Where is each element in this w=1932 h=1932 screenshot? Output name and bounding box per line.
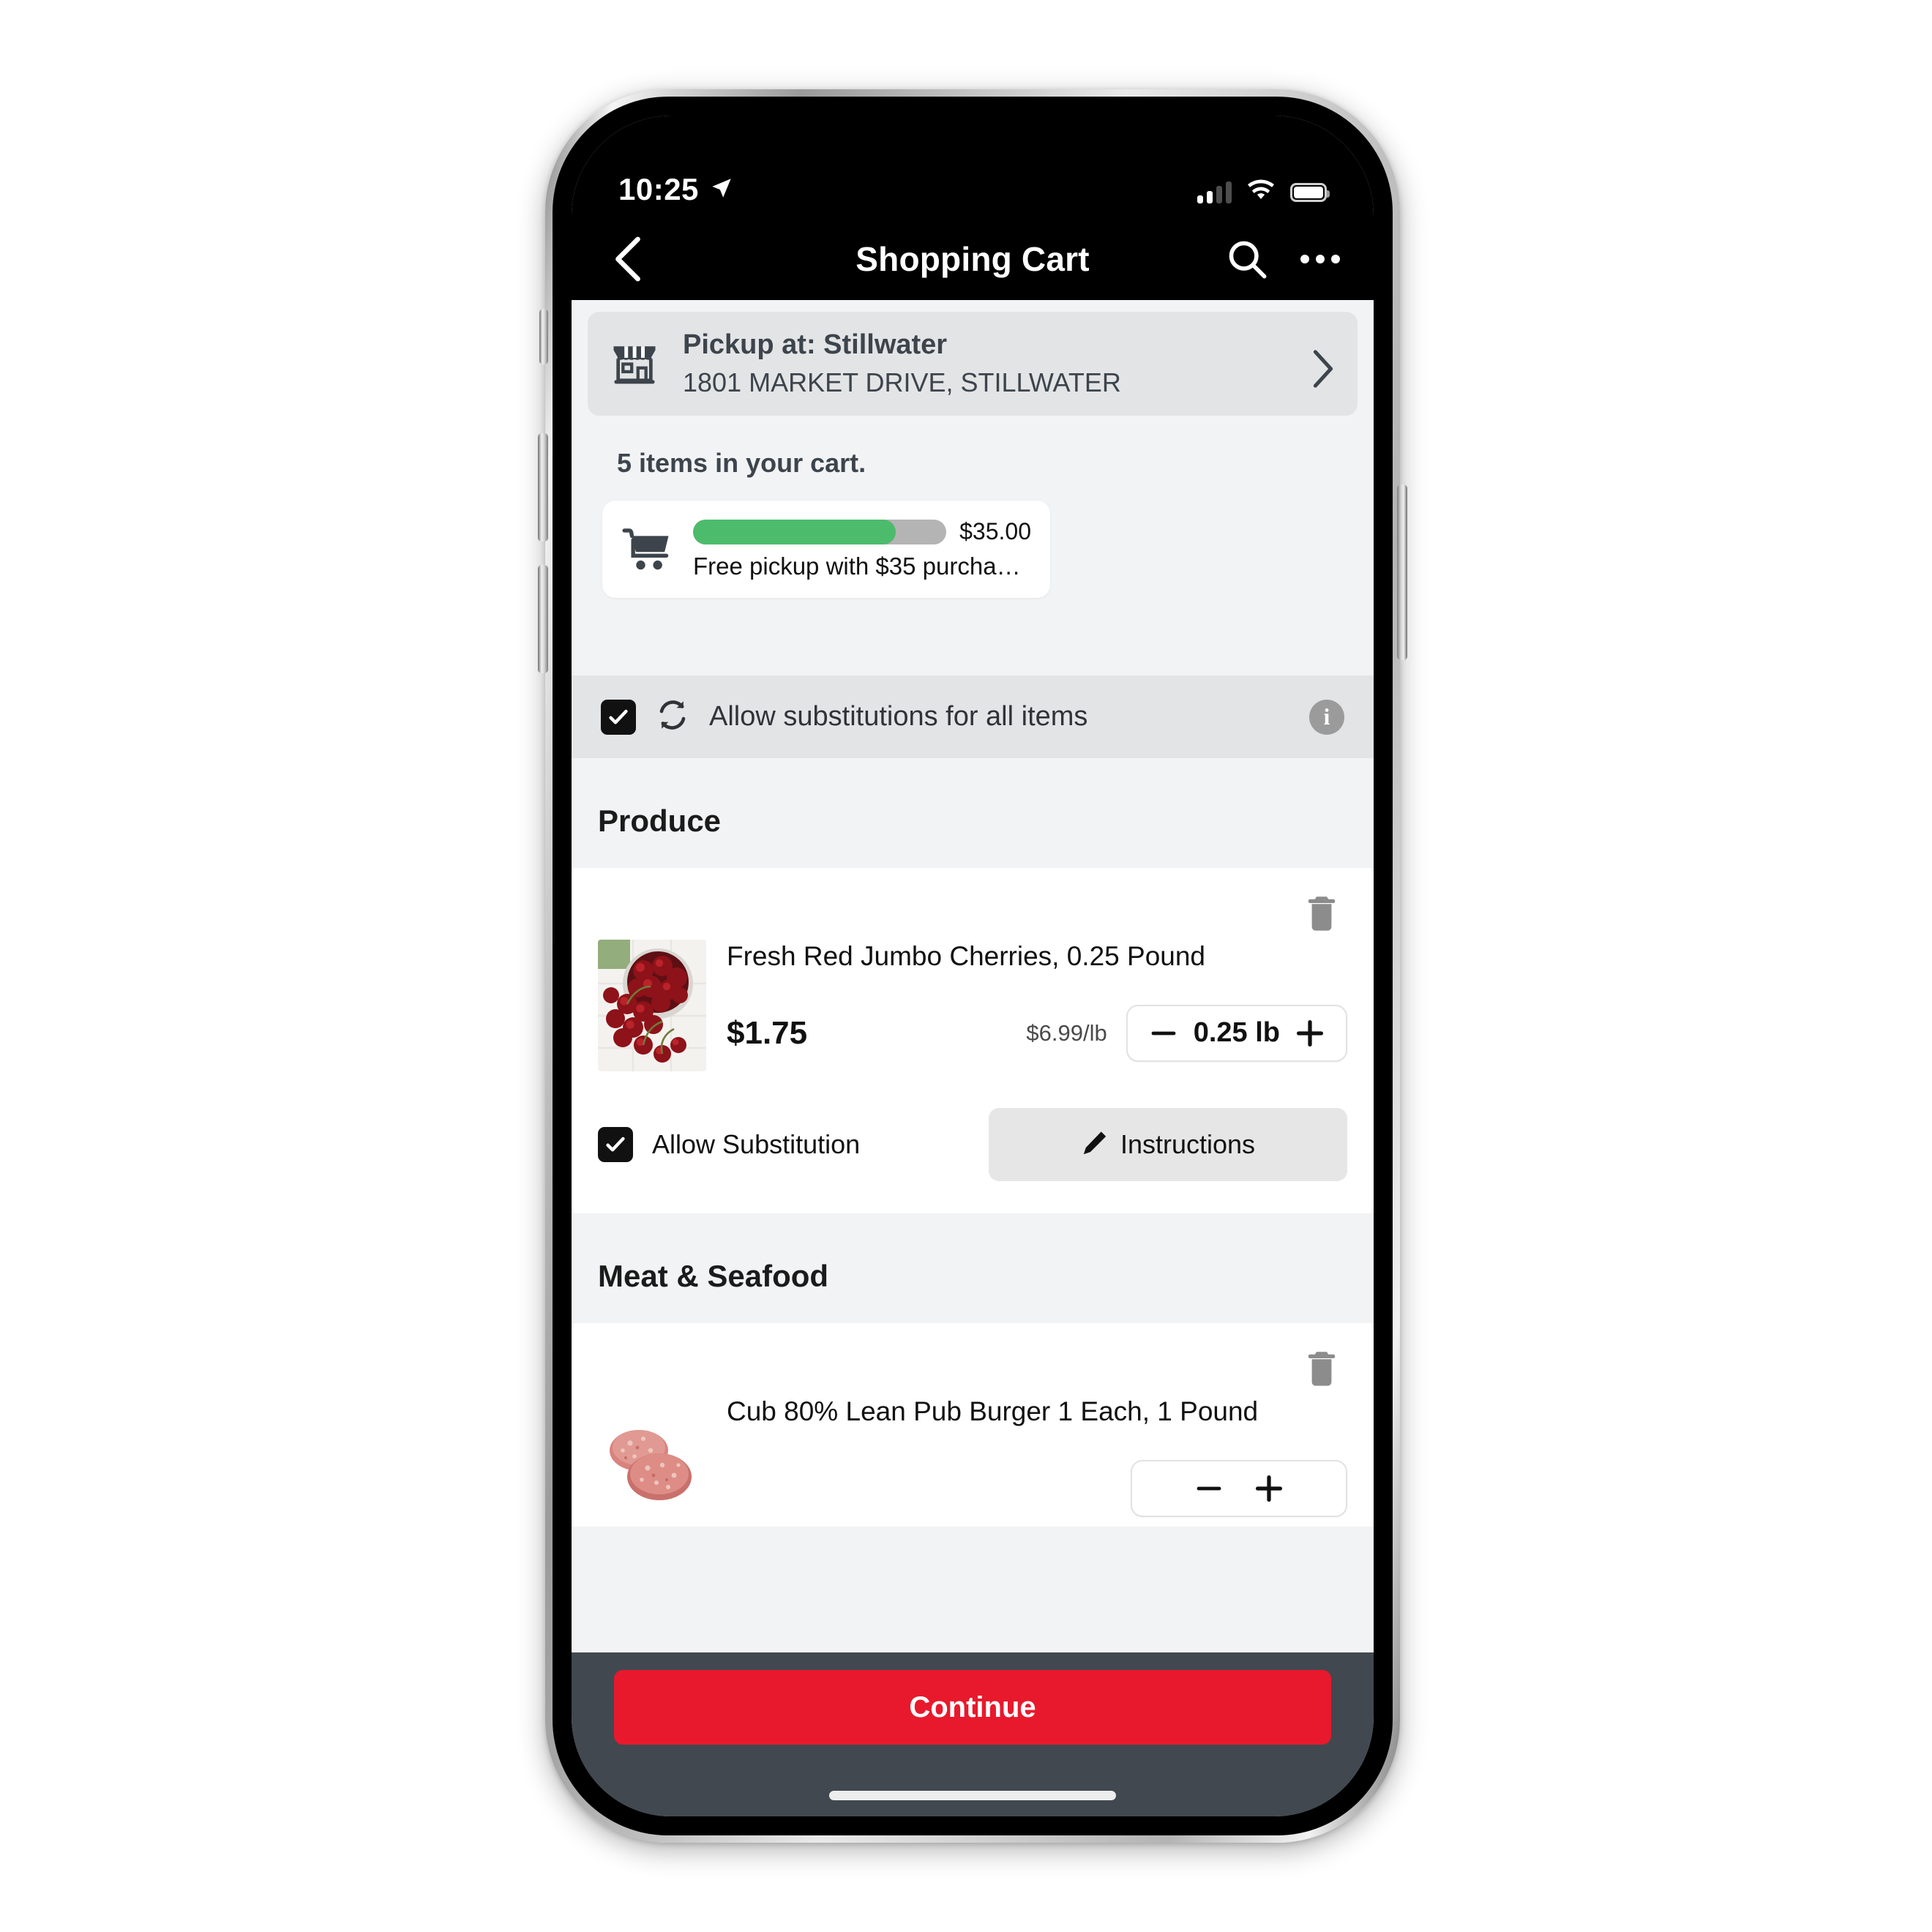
item-allow-substitution-label: Allow Substitution — [652, 1129, 861, 1160]
allow-substitutions-label: Allow substitutions for all items — [709, 701, 1088, 733]
phone-frame: 10:25 Shopping Cart Pickup at: Stillwate… — [538, 89, 1407, 1843]
quantity-stepper[interactable]: 0.25 lb — [1126, 1004, 1347, 1062]
volume-down-button[interactable] — [538, 565, 548, 673]
instructions-label: Instructions — [1120, 1129, 1256, 1160]
phone-screen-bezel: 10:25 Shopping Cart Pickup at: Stillwate… — [572, 116, 1374, 1816]
cart-item-pub-burger: Cub 80% Lean Pub Burger 1 Each, 1 Pound — [572, 1323, 1374, 1527]
pickup-title: Pickup at: Stillwater — [683, 329, 948, 360]
status-bar-right — [1197, 179, 1330, 205]
progress-fill — [693, 519, 896, 544]
wifi-icon — [1246, 179, 1276, 205]
decrement-button[interactable] — [1147, 1016, 1180, 1050]
product-image-pub-burger — [598, 1395, 706, 1527]
mute-switch[interactable] — [539, 309, 548, 364]
progress-note: Free pickup with $35 purchase... — [693, 553, 1031, 580]
progress-column: $35.00 Free pickup with $35 purchase... — [693, 518, 1031, 580]
power-button[interactable] — [1397, 484, 1407, 660]
allow-substitutions-banner[interactable]: Allow substitutions for all items i — [572, 675, 1374, 759]
trash-icon[interactable] — [1305, 893, 1338, 934]
instructions-button[interactable]: Instructions — [989, 1108, 1347, 1182]
item-substitution-row: Allow Substitution Instructions — [598, 1071, 1347, 1213]
items-count-label: 5 items in your cart. — [617, 448, 866, 479]
search-icon[interactable] — [1223, 235, 1271, 283]
status-bar: 10:25 — [572, 116, 1374, 218]
cellular-signal-icon — [1197, 181, 1232, 203]
scroll-body[interactable]: Pickup at: Stillwater 1801 MARKET DRIVE,… — [572, 300, 1374, 1652]
status-time: 10:25 — [618, 172, 699, 206]
trash-icon[interactable] — [1305, 1348, 1338, 1389]
pickup-address: 1801 MARKET DRIVE, STILLWATER — [683, 367, 1121, 397]
pickup-text: Pickup at: Stillwater 1801 MARKET DRIVE,… — [683, 328, 1289, 400]
quantity-value: 0.25 lb — [1193, 1017, 1280, 1049]
free-pickup-progress-card: $35.00 Free pickup with $35 purchase... — [602, 501, 1050, 599]
app-screen: 10:25 Shopping Cart Pickup at: Stillwate… — [572, 116, 1374, 1816]
pencil-icon — [1081, 1129, 1109, 1161]
scene: 10:25 Shopping Cart Pickup at: Stillwate… — [0, 0, 1932, 1932]
back-button[interactable] — [601, 232, 655, 286]
section-title-produce: Produce — [598, 804, 722, 839]
bottom-action-bar: Continue — [572, 1652, 1374, 1816]
info-icon[interactable]: i — [1309, 699, 1344, 735]
continue-button[interactable]: Continue — [614, 1670, 1331, 1745]
cart-item-cherries: Fresh Red Jumbo Cherries, 0.25 Pound $1.… — [572, 868, 1374, 1214]
product-image-cherries — [598, 940, 706, 1072]
progress-amount: $35.00 — [959, 518, 1031, 545]
location-arrow-icon — [709, 176, 734, 204]
product-main-row: Cub 80% Lean Pub Burger 1 Each, 1 Pound — [598, 1389, 1347, 1527]
price-row — [727, 1459, 1347, 1517]
pickup-location-card[interactable]: Pickup at: Stillwater 1801 MARKET DRIVE,… — [588, 312, 1358, 416]
trash-row — [598, 868, 1347, 934]
home-indicator[interactable] — [829, 1791, 1116, 1800]
more-options-icon[interactable] — [1296, 235, 1344, 283]
increment-button[interactable] — [1293, 1016, 1327, 1050]
price-row: $1.75 $6.99/lb 0.25 lb — [727, 1004, 1347, 1062]
increment-button[interactable] — [1252, 1472, 1286, 1505]
shopping-cart-icon — [621, 527, 674, 572]
substitution-refresh-icon — [655, 697, 690, 736]
nav-bar: Shopping Cart — [572, 218, 1374, 300]
product-unit-price: $6.99/lb — [1026, 1019, 1107, 1046]
progress-row: $35.00 — [693, 518, 1031, 545]
product-name: Cub 80% Lean Pub Burger 1 Each, 1 Pound — [727, 1396, 1259, 1427]
product-price: $1.75 — [727, 1014, 808, 1051]
chevron-right-icon — [1309, 349, 1338, 388]
storefront-icon — [607, 336, 662, 392]
section-title-meat-seafood: Meat & Seafood — [598, 1259, 829, 1294]
volume-up-button[interactable] — [538, 433, 548, 542]
product-details: Cub 80% Lean Pub Burger 1 Each, 1 Pound — [727, 1395, 1347, 1527]
phone-inner-bezel: 10:25 Shopping Cart Pickup at: Stillwate… — [553, 97, 1393, 1835]
status-bar-left: 10:25 — [618, 174, 734, 205]
nav-actions — [1223, 235, 1344, 283]
item-allow-substitution-checkbox[interactable] — [598, 1127, 633, 1163]
trash-row — [598, 1323, 1347, 1389]
battery-full-icon — [1290, 182, 1330, 202]
progress-track — [693, 519, 947, 544]
quantity-stepper[interactable] — [1131, 1459, 1347, 1517]
allow-substitutions-checkbox[interactable] — [601, 699, 636, 735]
product-main-row: Fresh Red Jumbo Cherries, 0.25 Pound $1.… — [598, 934, 1347, 1072]
product-name: Fresh Red Jumbo Cherries, 0.25 Pound — [727, 941, 1206, 972]
product-details: Fresh Red Jumbo Cherries, 0.25 Pound $1.… — [727, 940, 1347, 1071]
decrement-button[interactable] — [1192, 1472, 1226, 1505]
